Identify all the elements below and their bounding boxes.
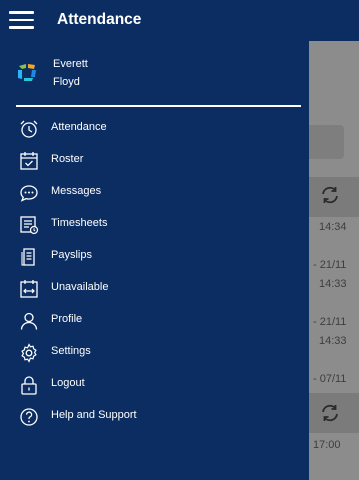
nav-item-timesheets[interactable]: Timesheets [0,208,309,240]
lock-icon [21,376,37,395]
background-date: - 21/11 [313,316,347,328]
payslip-icon [21,248,35,266]
nav-item-label: Payslips [51,249,92,261]
background-date: - 07/11 [313,373,347,385]
nav-item-help-and-support[interactable]: Help and Support [0,400,309,432]
nav-item-label: Messages [51,185,102,197]
nav-item-payslips[interactable]: Payslips [0,240,309,272]
nav-item-label: Logout [51,377,85,389]
nav-item-attendance[interactable]: Attendance [0,112,309,144]
nav-item-messages[interactable]: Messages [0,176,309,208]
calendar-range-icon [20,280,38,298]
help-icon [20,408,38,426]
nav-item-label: Profile [51,313,83,325]
timesheet-icon [20,216,39,235]
background-time: 17:00 [313,439,341,451]
alarm-clock-icon [20,120,38,138]
nav-item-unavailable[interactable]: Unavailable [0,272,309,304]
nav-item-settings[interactable]: Settings [0,336,309,368]
background-time: 14:33 [319,335,347,347]
background-time: 14:34 [319,221,347,233]
hamburger-menu-icon[interactable] [9,11,34,29]
nav-item-label: Unavailable [51,281,109,293]
chat-bubble-icon [20,185,38,202]
user-first-name: Everett [53,58,88,70]
gear-icon [21,343,37,363]
calendar-check-icon [20,152,38,170]
background-date: - 21/11 [313,259,347,271]
nav-item-logout[interactable]: Logout [0,368,309,400]
nav-item-label: Roster [51,153,84,165]
app-title: Attendance [57,11,142,28]
nav-item-profile[interactable]: Profile [0,304,309,336]
background-time: 14:33 [319,278,347,290]
drawer-divider [16,105,301,107]
nav-item-label: Help and Support [51,409,137,421]
navigation-drawer: Everett Floyd Attendance Roster Messages [0,41,309,480]
refresh-icon [322,186,338,204]
user-last-name: Floyd [53,76,80,88]
person-icon [20,312,38,330]
app-logo-icon [18,64,36,81]
nav-item-label: Attendance [51,121,107,133]
app-bar: Attendance [0,0,359,41]
nav-item-label: Timesheets [51,217,108,229]
refresh-icon [322,404,338,422]
nav-item-label: Settings [51,345,91,357]
nav-item-roster[interactable]: Roster [0,144,309,176]
